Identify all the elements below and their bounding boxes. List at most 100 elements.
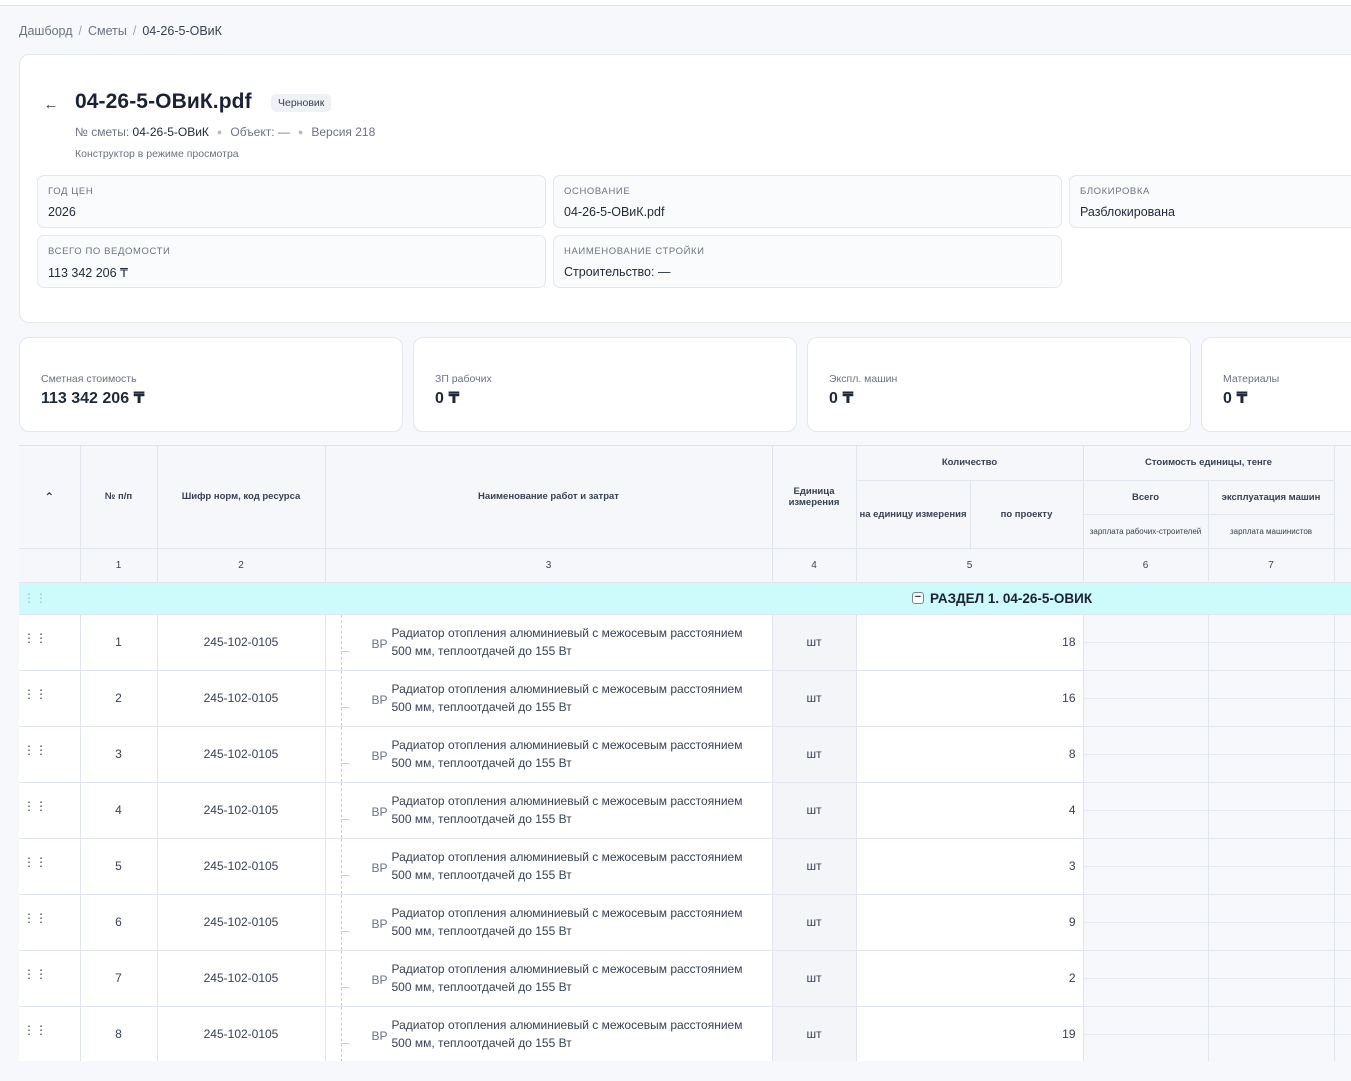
header-code: Шифр норм, код ресурса (157, 446, 326, 549)
collapse-section-icon[interactable]: − (912, 592, 924, 604)
row-quantity[interactable]: 8 (856, 726, 1084, 783)
field-total: ВСЕГО ПО ВЕДОМОСТИ 113 342 206 ₸ (37, 235, 546, 288)
table-row[interactable]: ⋮⋮ 6 245-102-0105 — ВР Радиатор отопления алю… (19, 894, 1351, 951)
breadcrumb-link-estimates[interactable]: Сметы (88, 24, 127, 38)
row-cost-extra (1334, 726, 1351, 783)
status-badge: Черновик (271, 94, 332, 112)
header-cost-machines: эксплуатация машин (1208, 480, 1335, 515)
row-unit: шт (772, 1006, 857, 1061)
object-info: Объект: — (230, 125, 290, 139)
field-value: 04-26-5-ОВиК.pdf (564, 205, 665, 219)
row-name-cell[interactable]: — ВР Радиатор отопления алюминиевый с межо… (325, 838, 773, 895)
row-code: 245-102-0105 (157, 838, 326, 895)
row-code: 245-102-0105 (157, 614, 326, 671)
row-cost-total (1083, 1006, 1209, 1061)
row-code: 245-102-0105 (157, 950, 326, 1007)
row-cost-extra (1334, 838, 1351, 895)
row-name-cell[interactable]: — ВР Радиатор отопления алюминиевый с межо… (325, 894, 773, 951)
row-code: 245-102-0105 (157, 1006, 326, 1061)
row-quantity[interactable]: 4 (856, 782, 1084, 839)
row-name-cell[interactable]: — ВР Радиатор отопления алюминиевый с межо… (325, 726, 773, 783)
row-name: Радиатор отопления алюминиевый с межосев… (391, 682, 743, 714)
row-drag-handle-icon[interactable]: ⋮⋮ (19, 614, 81, 671)
stat-label: ЗП рабочих (435, 373, 492, 385)
breadcrumb-separator: / (78, 24, 82, 38)
row-cost-total (1083, 950, 1209, 1007)
row-cost-machines (1208, 1006, 1335, 1061)
row-name: Радиатор отопления алюминиевый с межосев… (391, 738, 743, 770)
row-drag-handle-icon[interactable]: ⋮⋮ (19, 1006, 81, 1061)
drag-handle-icon[interactable]: ⋮⋮ (23, 591, 47, 605)
row-cost-total (1083, 726, 1209, 783)
row-drag-handle-icon[interactable]: ⋮⋮ (19, 726, 81, 783)
row-drag-handle-icon[interactable]: ⋮⋮ (19, 670, 81, 727)
table-row[interactable]: ⋮⋮ 4 245-102-0105— ВР Радиатор отопления алю… (19, 782, 1351, 839)
tree-branch-icon: — (341, 814, 350, 824)
table-row[interactable]: ⋮⋮ 2 245-102-0105 — ВР Радиатор отопления алю… (19, 670, 1351, 727)
table-row[interactable]: ⋮⋮ 7 245-102-0105 — ВР Радиатор отопления алю… (19, 950, 1351, 1007)
header-quantity: Количество (856, 446, 1084, 481)
stat-labor-wages: ЗП рабочих 0 ₸ (413, 337, 797, 432)
row-name-cell[interactable]: — ВР Радиатор отопления алюминиевый с межо… (325, 1006, 773, 1061)
field-label: ВСЕГО ПО ВЕДОМОСТИ (48, 246, 171, 257)
row-cost-total (1083, 782, 1209, 839)
row-tag: ВР (371, 748, 388, 763)
stat-machine-operation: Экспл. машин 0 ₸ (807, 337, 1191, 432)
row-tag: ВР (371, 972, 388, 987)
row-name-cell[interactable]: — ВР Радиатор отопления алюминиевый с межо… (325, 782, 773, 839)
row-number: 3 (80, 726, 158, 783)
row-cost-total (1083, 894, 1209, 951)
header-unit-cost: Стоимость единицы, тенге (1083, 446, 1335, 481)
row-drag-handle-icon[interactable]: ⋮⋮ (19, 782, 81, 839)
section-row[interactable]: ⋮⋮ − РАЗДЕЛ 1. 04-26-5-ОВИК (19, 582, 1351, 615)
row-cost-total (1083, 838, 1209, 895)
row-cost-machines (1208, 726, 1335, 783)
row-unit: шт (772, 726, 857, 783)
field-value: Разблокирована (1080, 205, 1175, 219)
row-name-cell[interactable]: — ВР Радиатор отопления алюминиевый с межо… (325, 670, 773, 727)
row-quantity[interactable]: 16 (856, 670, 1084, 727)
row-drag-handle-icon[interactable]: ⋮⋮ (19, 950, 81, 1007)
meta-dot: ● (297, 127, 304, 137)
field-value: Строительство: — (564, 265, 671, 279)
estimate-number: № сметы: 04-26-5-ОВиК (75, 125, 209, 139)
row-cost-extra (1334, 1006, 1351, 1061)
field-construction-name: НАИМЕНОВАНИЕ СТРОЙКИ Строительство: — (553, 235, 1062, 288)
row-tag: ВР (371, 636, 388, 651)
tree-branch-icon: — (341, 1038, 350, 1048)
row-unit: шт (772, 950, 857, 1007)
breadcrumb-separator: / (132, 24, 137, 38)
row-quantity[interactable]: 9 (856, 894, 1084, 951)
row-cost-machines (1208, 670, 1335, 727)
row-quantity[interactable]: 2 (856, 950, 1084, 1007)
table-row[interactable]: ⋮⋮ 8 245-102-0105 — ВР Радиатор отопления алю… (19, 1006, 1351, 1061)
row-name-cell[interactable]: — ВР Радиатор отопления алюминиевый с межо… (325, 950, 773, 1007)
table-row[interactable]: ⋮⋮ 3 245-102-0105 — ВР Радиатор отопления алю… (19, 726, 1351, 783)
field-value: 113 342 206 ₸ (48, 266, 129, 280)
table-row[interactable]: ⋮⋮ 5 245-102-0105 — ВР Радиатор отопления алю… (19, 838, 1351, 895)
tree-branch-icon: — (341, 702, 350, 712)
estimate-meta: № сметы: 04-26-5-ОВиК ● Объект: — ● Верс… (75, 125, 375, 139)
row-quantity[interactable]: 19 (856, 1006, 1084, 1061)
row-drag-handle-icon[interactable]: ⋮⋮ (19, 894, 81, 951)
row-name-cell[interactable]: — ВР Радиатор отопления алюминиевый с межо… (325, 614, 773, 671)
stat-value: 0 ₸ (435, 390, 460, 407)
row-unit: шт (772, 838, 857, 895)
header-num: № п/п (80, 446, 158, 549)
row-tag: ВР (371, 1028, 388, 1043)
breadcrumb-current: 04-26-5-ОВиК (142, 24, 222, 38)
breadcrumb-link-dashboard[interactable]: Дашборд (19, 24, 73, 38)
stat-label: Сметная стоимость (41, 373, 137, 385)
row-tag: ВР (371, 804, 388, 819)
table-row[interactable]: ⋮⋮ 1 245-102-0105 — ВР Радиатор отопления алю… (19, 614, 1351, 671)
collapse-chevrons-icon[interactable]: ⌃ (44, 490, 54, 504)
field-price-year: ГОД ЦЕН 2026 (37, 175, 546, 228)
back-arrow-icon[interactable]: ← (42, 95, 60, 113)
row-tag: ВР (371, 916, 388, 931)
field-lock: БЛОКИРОВКА Разблокирована (1069, 175, 1351, 228)
row-quantity[interactable]: 3 (856, 838, 1084, 895)
stat-label: Материалы (1223, 373, 1280, 385)
row-quantity[interactable]: 18 (856, 614, 1084, 671)
row-drag-handle-icon[interactable]: ⋮⋮ (19, 838, 81, 895)
header-name: Наименование работ и затрат (325, 446, 773, 549)
